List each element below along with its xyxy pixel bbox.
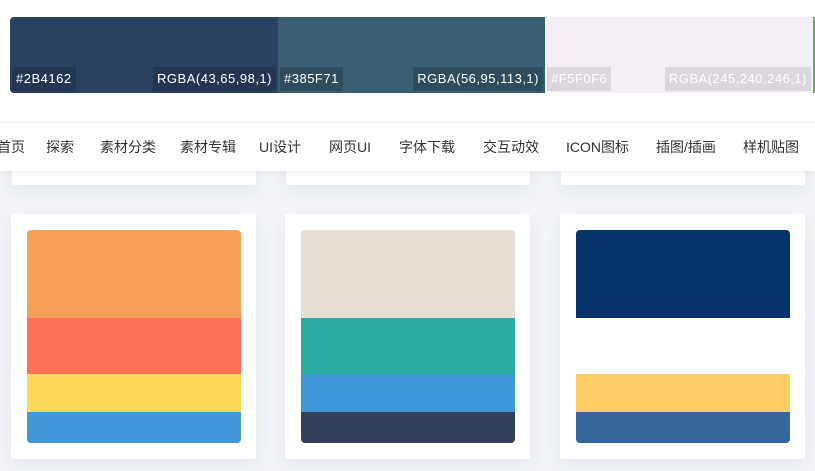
- swatch-3[interactable]: #F5F0F6 RGBA(245,240,246,1): [545, 17, 813, 93]
- palette-color-band[interactable]: [576, 230, 790, 318]
- palette-color-band[interactable]: [301, 412, 515, 443]
- palette-preview[interactable]: [27, 230, 241, 443]
- palette-card[interactable]: [560, 214, 805, 459]
- palette-preview[interactable]: [576, 230, 790, 443]
- palette-color-band[interactable]: [27, 412, 241, 443]
- palette-preview[interactable]: [301, 230, 515, 443]
- nav-item-material-categories[interactable]: 素材分类: [100, 123, 156, 171]
- nav-item-icon[interactable]: ICON图标: [566, 123, 629, 171]
- nav-item-home[interactable]: 首页: [0, 123, 25, 171]
- swatch-3-hex[interactable]: #F5F0F6: [547, 67, 612, 91]
- palette-color-band[interactable]: [576, 318, 790, 374]
- swatch-1-rgba[interactable]: RGBA(43,65,98,1): [153, 67, 276, 91]
- nav-item-interaction-motion[interactable]: 交互动效: [483, 123, 539, 171]
- palette-card[interactable]: [11, 214, 256, 459]
- swatch-1[interactable]: #2B4162 RGBA(43,65,98,1): [10, 17, 278, 93]
- nav-item-font-download[interactable]: 字体下载: [399, 123, 455, 171]
- palette-detail-header: #2B4162 RGBA(43,65,98,1) #385F71 RGBA(56…: [0, 0, 815, 122]
- palette-color-band[interactable]: [27, 230, 241, 318]
- main-nav: 首页 探索 素材分类 素材专辑 UI设计 网页UI 字体下载 交互动效 ICON…: [0, 122, 815, 171]
- palette-color-band[interactable]: [27, 318, 241, 374]
- palette-color-band[interactable]: [301, 318, 515, 374]
- nav-item-ui-design[interactable]: UI设计: [259, 123, 301, 171]
- palette-color-band[interactable]: [301, 374, 515, 412]
- nav-item-web-ui[interactable]: 网页UI: [329, 123, 371, 171]
- swatch-3-rgba[interactable]: RGBA(245,240,246,1): [664, 67, 811, 91]
- swatch-2[interactable]: #385F71 RGBA(56,95,113,1): [278, 17, 545, 93]
- swatch-2-rgba[interactable]: RGBA(56,95,113,1): [413, 67, 543, 91]
- swatch-2-hex[interactable]: #385F71: [280, 67, 343, 91]
- palette-color-band[interactable]: [576, 412, 790, 443]
- nav-item-material-albums[interactable]: 素材专辑: [180, 123, 236, 171]
- nav-item-illustration[interactable]: 插图/插画: [656, 123, 716, 171]
- nav-item-explore[interactable]: 探索: [46, 123, 74, 171]
- palette-card[interactable]: [285, 214, 530, 459]
- palette-color-band[interactable]: [301, 230, 515, 318]
- color-strip: #2B4162 RGBA(43,65,98,1) #385F71 RGBA(56…: [10, 17, 815, 93]
- palette-color-band[interactable]: [576, 374, 790, 412]
- swatch-1-hex[interactable]: #2B4162: [12, 67, 76, 91]
- palette-color-band[interactable]: [27, 374, 241, 412]
- nav-item-mockups[interactable]: 样机贴图: [743, 123, 799, 171]
